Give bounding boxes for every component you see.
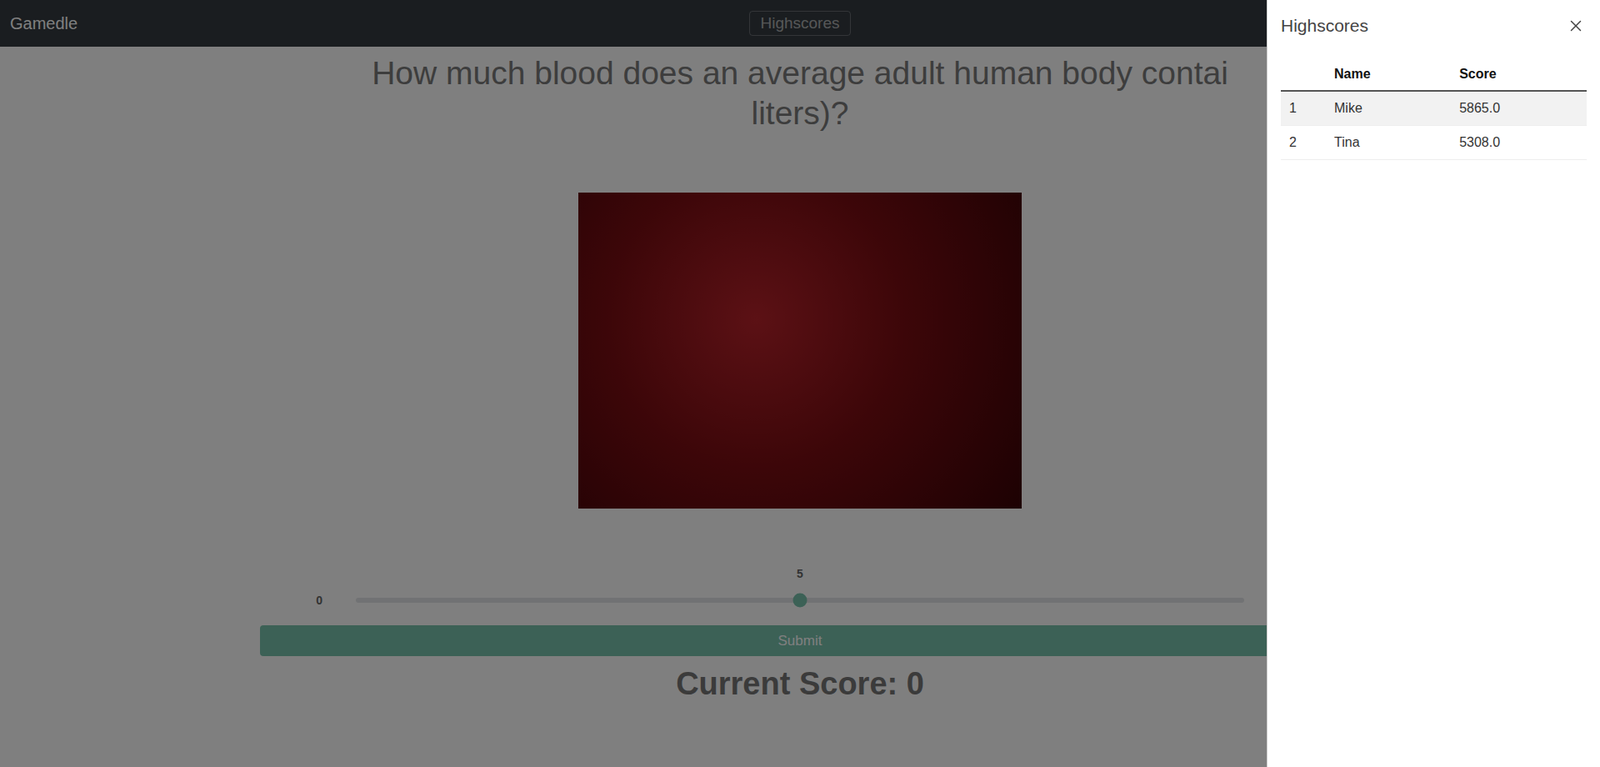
name-cell: Mike (1325, 90, 1451, 125)
highscores-panel: HighscoresNameScore1Mike5865.02Tina5308.… (1266, 0, 1600, 767)
table-row: 2Tina5308.0 (1280, 125, 1587, 160)
close-icon[interactable] (1566, 16, 1585, 35)
column-header: Score (1450, 58, 1587, 91)
rank-cell: 1 (1280, 90, 1326, 125)
rank-cell: 2 (1280, 125, 1326, 160)
score-cell: 5308.0 (1450, 125, 1587, 160)
table-row: 1Mike5865.0 (1280, 90, 1587, 125)
highscores-table: NameScore1Mike5865.02Tina5308.0 (1280, 58, 1587, 160)
panel-body: NameScore1Mike5865.02Tina5308.0 (1267, 48, 1600, 170)
name-cell: Tina (1325, 125, 1451, 160)
header-row: NameScore (1280, 58, 1587, 91)
rank-header (1280, 58, 1326, 91)
panel-header: Highscores (1267, 0, 1600, 49)
column-header: Name (1325, 58, 1451, 91)
close-button[interactable] (1565, 15, 1587, 37)
panel-title: Highscores (1280, 15, 1369, 36)
score-cell: 5865.0 (1450, 90, 1587, 125)
page: GamedleHighscoresHow much blood does an … (0, 0, 1600, 767)
